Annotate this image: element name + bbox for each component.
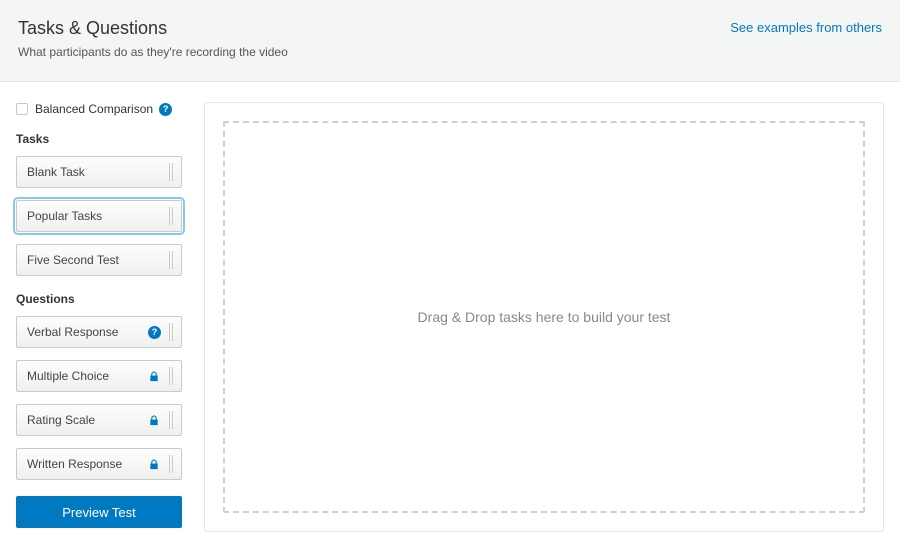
question-written-response[interactable]: Written Response <box>16 448 182 480</box>
drag-handle-icon[interactable] <box>167 245 175 275</box>
balanced-comparison-checkbox[interactable] <box>16 103 28 115</box>
lock-icon <box>147 413 161 427</box>
task-popular-tasks[interactable]: Popular Tasks <box>16 200 182 232</box>
lock-icon <box>147 457 161 471</box>
drag-handle-icon[interactable] <box>167 157 175 187</box>
page-header: Tasks & Questions What participants do a… <box>0 0 900 82</box>
page-subtitle: What participants do as they're recordin… <box>18 45 882 59</box>
balanced-comparison-label: Balanced Comparison <box>35 102 153 116</box>
question-label: Written Response <box>27 457 147 471</box>
preview-test-button[interactable]: Preview Test <box>16 496 182 528</box>
question-multiple-choice[interactable]: Multiple Choice <box>16 360 182 392</box>
task-five-second-test[interactable]: Five Second Test <box>16 244 182 276</box>
questions-section: Questions Verbal Response ? Multiple Cho… <box>16 292 182 480</box>
balanced-comparison-row: Balanced Comparison ? <box>16 102 182 116</box>
questions-section-label: Questions <box>16 292 182 306</box>
task-label: Five Second Test <box>27 253 167 267</box>
main-panel: Drag & Drop tasks here to build your tes… <box>204 102 884 532</box>
task-label: Blank Task <box>27 165 167 179</box>
drop-zone-hint: Drag & Drop tasks here to build your tes… <box>418 309 671 325</box>
drag-handle-icon[interactable] <box>167 449 175 479</box>
lock-icon <box>147 369 161 383</box>
see-examples-link[interactable]: See examples from others <box>730 20 882 35</box>
drag-handle-icon[interactable] <box>167 317 175 347</box>
question-rating-scale[interactable]: Rating Scale <box>16 404 182 436</box>
question-label: Multiple Choice <box>27 369 147 383</box>
help-icon[interactable]: ? <box>148 326 161 339</box>
task-label: Popular Tasks <box>27 209 167 223</box>
task-blank-task[interactable]: Blank Task <box>16 156 182 188</box>
sidebar: Balanced Comparison ? Tasks Blank Task P… <box>16 102 182 532</box>
question-label: Rating Scale <box>27 413 147 427</box>
drop-zone[interactable]: Drag & Drop tasks here to build your tes… <box>223 121 865 513</box>
tasks-section-label: Tasks <box>16 132 182 146</box>
drag-handle-icon[interactable] <box>167 361 175 391</box>
help-icon[interactable]: ? <box>159 103 172 116</box>
drag-handle-icon[interactable] <box>167 201 175 231</box>
question-verbal-response[interactable]: Verbal Response ? <box>16 316 182 348</box>
drag-handle-icon[interactable] <box>167 405 175 435</box>
content-area: Balanced Comparison ? Tasks Blank Task P… <box>0 82 900 532</box>
question-label: Verbal Response <box>27 325 148 339</box>
